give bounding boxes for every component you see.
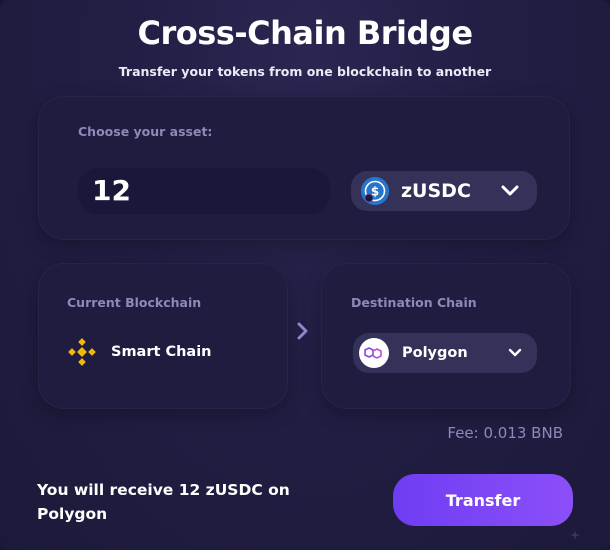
transfer-button[interactable]: Transfer (393, 474, 573, 526)
usdc-icon: $ (361, 177, 389, 205)
asset-label: Choose your asset: (78, 124, 213, 139)
amount-input[interactable]: 12 (78, 168, 330, 214)
current-chain-name: Smart Chain (111, 344, 212, 360)
destination-chain-card: Destination Chain Polygon (321, 263, 571, 409)
bnb-icon (68, 338, 96, 366)
polygon-icon (359, 338, 389, 368)
current-chain-label: Current Blockchain (67, 295, 202, 310)
chevron-down-icon (501, 185, 519, 196)
receive-summary: You will receive 12 zUSDC on Polygon (37, 481, 290, 523)
destination-chain-select[interactable]: Polygon (353, 333, 537, 373)
token-name: zUSDC (401, 180, 471, 202)
destination-chain-label: Destination Chain (351, 295, 477, 310)
chevron-down-icon (508, 348, 522, 357)
chevron-right-icon (297, 322, 308, 340)
fee-text: Fee: 0.013 BNB (447, 424, 563, 442)
asset-card: Choose your asset: 12 $ zUSDC (38, 96, 570, 240)
current-chain: Smart Chain (67, 337, 212, 367)
current-chain-card: Current Blockchain Smart Chain (38, 263, 288, 409)
sparkle-icon (570, 530, 580, 540)
token-select[interactable]: $ zUSDC (351, 171, 537, 211)
page-subtitle: Transfer your tokens from one blockchain… (118, 64, 492, 79)
destination-chain-name: Polygon (402, 345, 468, 361)
page-title: Cross-Chain Bridge (137, 14, 473, 52)
